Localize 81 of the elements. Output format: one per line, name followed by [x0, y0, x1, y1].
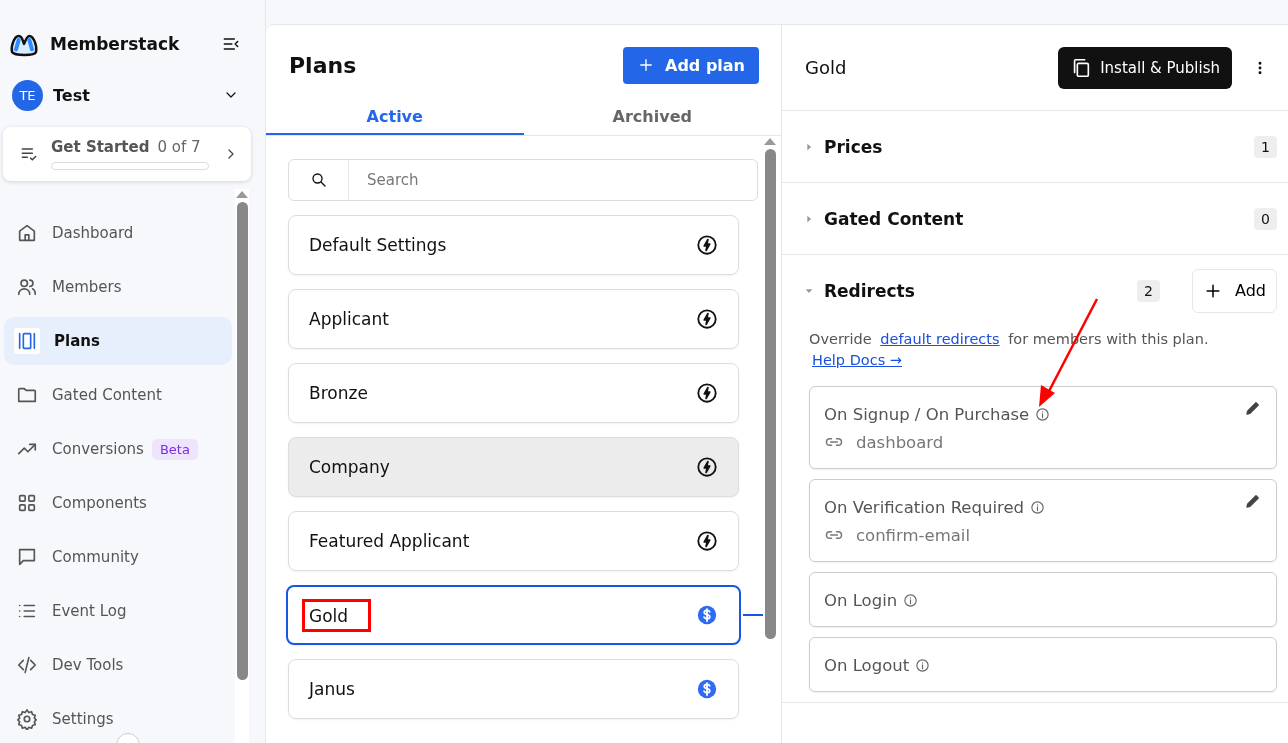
redirect-label: On Verification Required	[824, 498, 1025, 517]
help-docs-link[interactable]: Help Docs →	[812, 352, 902, 368]
plan-card[interactable]: Bronze	[288, 363, 739, 423]
tab[interactable]: Active	[266, 99, 524, 135]
default-redirects-link[interactable]: default redirects	[880, 331, 1000, 347]
nav-item[interactable]: Settings	[4, 695, 232, 743]
beta-tag: Beta	[151, 438, 198, 460]
panel-title: Plans	[289, 52, 357, 78]
plan-card[interactable]: Applicant	[288, 289, 739, 349]
redirect-path: confirm-email	[856, 525, 971, 545]
count-badge: 0	[1254, 207, 1277, 230]
workspace-avatar: TE	[12, 79, 43, 111]
progress-count: 0 of 7	[157, 137, 201, 156]
plus-icon	[637, 56, 655, 74]
plan-name: Company	[308, 456, 391, 479]
nav-item[interactable]: Conversions Beta	[4, 425, 232, 473]
section-toggle[interactable]: Gated Content	[804, 208, 1245, 229]
lightning-icon	[696, 456, 718, 478]
nav-item[interactable]: Event Log	[4, 587, 232, 635]
search-box[interactable]: Search	[288, 159, 758, 201]
caret-right-icon	[804, 141, 814, 152]
section-toggle[interactable]: Prices	[804, 136, 1245, 157]
nav-item[interactable]: Gated Content	[4, 371, 232, 419]
pencil-icon[interactable]	[1244, 399, 1262, 417]
caret-right-icon	[804, 213, 814, 224]
speech-bubble-icon	[16, 546, 38, 568]
get-started-card[interactable]: Get Started 0 of 7	[3, 126, 251, 181]
add-plan-button[interactable]: Add plan	[623, 46, 759, 84]
plan-name: Bronze	[308, 382, 369, 405]
dollar-icon	[696, 604, 718, 626]
code-icon	[16, 654, 38, 676]
dollar-icon	[696, 678, 718, 700]
nav-item[interactable]: Plans	[4, 317, 232, 365]
plan-card[interactable]: Featured Applicant	[288, 511, 739, 571]
gear-icon	[16, 708, 38, 730]
redirect-label: On Login	[824, 591, 898, 610]
nav-item[interactable]: Community	[4, 533, 232, 581]
count-badge: 1	[1254, 135, 1277, 158]
search-field[interactable]: Search	[349, 170, 757, 190]
tab[interactable]: Archived	[523, 99, 781, 135]
plan-name: Featured Applicant	[308, 530, 471, 553]
plan-card[interactable]: Gold	[286, 585, 741, 645]
scrollbar[interactable]	[235, 189, 249, 743]
nav-item[interactable]: Members	[4, 263, 232, 311]
brand-name: Memberstack	[50, 34, 181, 54]
info-icon	[903, 593, 919, 608]
highlighted-plan-name: Gold	[302, 598, 372, 632]
connector-line	[743, 614, 763, 616]
plan-name: Janus	[307, 678, 356, 701]
plan-card[interactable]: Company	[288, 437, 739, 497]
add-button[interactable]: Add	[1192, 268, 1277, 313]
workspace-switcher[interactable]: TE Test	[0, 60, 265, 117]
get-started-label: Get Started	[51, 137, 150, 156]
plan-title: Gold	[805, 57, 848, 78]
info-icon	[1035, 407, 1051, 422]
info-icon	[1030, 500, 1046, 515]
nav-item[interactable]: Dashboard	[4, 209, 232, 257]
plan-card[interactable]: Default Settings	[288, 215, 739, 275]
plan-name: Default Settings	[308, 234, 448, 257]
count-badge: 2	[1137, 279, 1160, 302]
info-icon	[915, 658, 931, 673]
redirect-label: On Signup / On Purchase	[824, 405, 1030, 424]
workspace-name: Test	[53, 85, 91, 105]
nav-item[interactable]: Components	[4, 479, 232, 527]
house-icon	[16, 222, 38, 244]
lightning-icon	[696, 234, 718, 256]
lightning-icon	[696, 530, 718, 552]
plan-name: Applicant	[308, 308, 390, 331]
redirect-label: On Logout	[824, 656, 910, 675]
people-icon	[16, 276, 38, 298]
redirect-path: dashboard	[856, 432, 944, 452]
columns-icon	[14, 328, 40, 354]
grid-icon	[16, 492, 38, 514]
lightning-icon	[696, 308, 718, 330]
nav-item[interactable]: Dev Tools	[4, 641, 232, 689]
plan-card[interactable]: Janus	[288, 659, 739, 719]
lightning-icon	[696, 382, 718, 404]
section-toggle[interactable]: Redirects	[804, 280, 1128, 301]
pencil-icon[interactable]	[1244, 492, 1262, 510]
search-icon	[309, 171, 328, 189]
install-publish-button[interactable]: Install & Publish	[1058, 46, 1232, 89]
